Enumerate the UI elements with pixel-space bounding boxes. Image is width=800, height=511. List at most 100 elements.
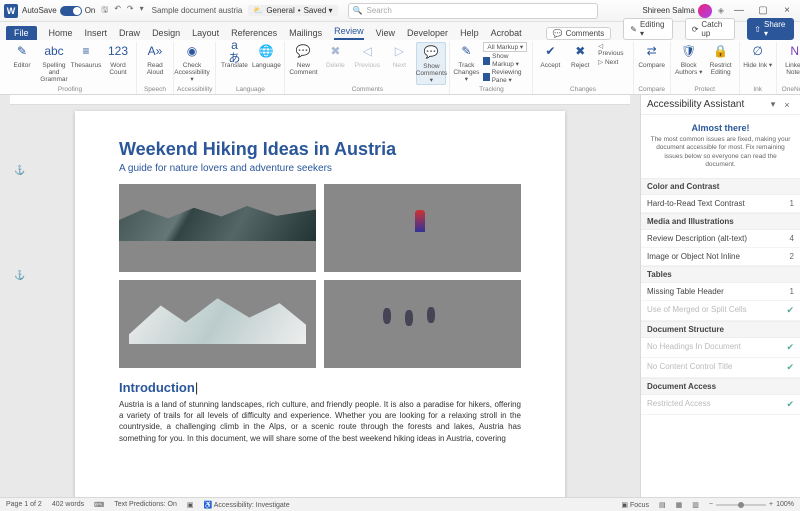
search-input[interactable]: 🔍 Search — [348, 3, 598, 19]
tab-file[interactable]: File — [6, 26, 37, 40]
onenote-button[interactable]: NLinked Notes — [780, 42, 800, 76]
comments-button[interactable]: 💬 Comments — [546, 27, 612, 40]
view-read-icon[interactable]: ▥ — [692, 501, 699, 509]
ribbon-option[interactable]: Reviewing Pane ▾ — [481, 69, 529, 84]
previous-icon: ◁ — [359, 44, 375, 60]
accessibility-status[interactable]: ♿ Accessibility: Investigate — [203, 501, 289, 509]
tab-acrobat[interactable]: Acrobat — [491, 28, 522, 40]
pane-section-header: Document Structure — [641, 322, 800, 338]
zoom-in-icon[interactable]: + — [769, 501, 773, 508]
autosave-toggle[interactable]: AutoSave On — [22, 6, 95, 16]
undo-icon[interactable]: ↶ — [114, 4, 121, 18]
tab-review[interactable]: Review — [334, 26, 364, 40]
tab-developer[interactable]: Developer — [407, 28, 448, 40]
tab-insert[interactable]: Insert — [85, 28, 108, 40]
ribbon-option[interactable]: Show Markup ▾ — [481, 53, 529, 68]
accept-button[interactable]: ✔Accept — [536, 42, 564, 69]
workspace: Weekend Hiking Ideas in Austria A guide … — [0, 95, 800, 497]
accept-icon: ✔ — [542, 44, 558, 60]
tab-layout[interactable]: Layout — [192, 28, 219, 40]
delete-button[interactable]: ✖Delete — [320, 42, 350, 69]
page-indicator[interactable]: Page 1 of 2 — [6, 501, 42, 508]
delete-icon: ✖ — [327, 44, 343, 60]
pane-dropdown-icon[interactable]: ▾ — [766, 99, 780, 110]
focus-mode-button[interactable]: ▣ Focus — [621, 501, 649, 509]
text-predictions-indicator[interactable]: Text Predictions: On — [114, 501, 177, 508]
next-button[interactable]: ▷Next — [384, 42, 414, 69]
doc-image-mountains-legs[interactable] — [119, 184, 316, 272]
macro-icon[interactable]: ▣ — [187, 501, 194, 509]
doc-image-hiker-backpack[interactable] — [324, 184, 521, 272]
word-count-indicator[interactable]: 402 words — [52, 501, 84, 508]
qat-more-icon[interactable]: ▾ — [140, 4, 144, 18]
blockauthors-button[interactable]: 🛡Block Authors ▾ — [674, 42, 704, 76]
hideink-icon: ∅ — [750, 44, 766, 60]
ribbon-option[interactable]: ▷ Next — [596, 58, 630, 66]
trackchanges-button[interactable]: ✎Track Changes ▾ — [453, 42, 479, 83]
readaloud-button[interactable]: A»Read Aloud — [140, 42, 170, 76]
pane-issue-row[interactable]: Missing Table Header1 — [641, 283, 800, 301]
pane-issue-row[interactable]: Hard-to-Read Text Contrast1 — [641, 195, 800, 213]
tab-mailings[interactable]: Mailings — [289, 28, 322, 40]
zoom-control[interactable]: − + 100% — [709, 501, 794, 508]
pane-issue-row[interactable]: Review Description (alt-text)4 — [641, 230, 800, 248]
hideink-button[interactable]: ∅Hide Ink ▾ — [743, 42, 773, 69]
thesaurus-button[interactable]: ≡Thesaurus — [71, 42, 101, 69]
showcomments-button[interactable]: 💬Show Comments ▾ — [416, 42, 446, 85]
pane-section-header: Color and Contrast — [641, 179, 800, 195]
spelling-button[interactable]: abcSpelling and Grammar — [39, 42, 69, 83]
ribbon-option[interactable]: ◁ Previous — [596, 42, 630, 57]
pane-header: Accessibility Assistant ▾ × — [641, 95, 800, 115]
previous-button[interactable]: ◁Previous — [352, 42, 382, 69]
accessibility-assistant-pane: Accessibility Assistant ▾ × Almost there… — [640, 95, 800, 497]
reject-button[interactable]: ✖Reject — [566, 42, 594, 69]
compare-icon: ⇄ — [644, 44, 660, 60]
tab-draw[interactable]: Draw — [119, 28, 140, 40]
document-name[interactable]: Sample document austria — [152, 6, 243, 15]
editor-button[interactable]: ✎Editor — [7, 42, 37, 69]
checka11y-button[interactable]: ◉Check Accessibility ▾ — [177, 42, 207, 83]
window-close-button[interactable]: × — [778, 5, 796, 16]
compare-button[interactable]: ⇄Compare — [637, 42, 667, 69]
catchup-button[interactable]: ⟳ Catch up — [685, 18, 736, 40]
wordcount-button[interactable]: 123Word Count — [103, 42, 133, 76]
tab-design[interactable]: Design — [152, 28, 180, 40]
pane-issue-row[interactable]: Image or Object Not Inline2 — [641, 248, 800, 266]
pane-close-button[interactable]: × — [780, 100, 794, 110]
zoom-out-icon[interactable]: − — [709, 501, 713, 508]
document-page[interactable]: Weekend Hiking Ideas in Austria A guide … — [75, 111, 565, 497]
language-icon[interactable]: ⌨ — [94, 501, 104, 509]
save-status[interactable]: ⛅ General•Saved ▾ — [248, 5, 337, 16]
restrict-button[interactable]: 🔒Restrict Editing — [706, 42, 736, 76]
language-icon: 🌐 — [258, 44, 274, 60]
ribbon-option[interactable]: All Markup ▾ — [481, 42, 529, 52]
window-maximize-button[interactable]: ▢ — [754, 5, 772, 16]
language-button[interactable]: 🌐Language — [251, 42, 281, 69]
translate-button[interactable]: aあTranslate — [219, 42, 249, 69]
tab-view[interactable]: View — [376, 28, 395, 40]
view-print-icon[interactable]: ▤ — [659, 501, 666, 509]
newcomment-button[interactable]: 💬New Comment — [288, 42, 318, 76]
checka11y-icon: ◉ — [184, 44, 200, 60]
doc-image-snow-peaks[interactable] — [119, 280, 316, 368]
status-bar: Page 1 of 2 402 words ⌨ Text Predictions… — [0, 497, 800, 511]
doc-heading-1: Weekend Hiking Ideas in Austria — [119, 139, 521, 160]
redo-icon[interactable]: ↷ — [127, 4, 134, 18]
horizontal-ruler[interactable] — [10, 95, 630, 105]
diamond-icon[interactable]: ◈ — [718, 6, 724, 15]
view-web-icon[interactable]: ▦ — [676, 501, 683, 509]
editing-button[interactable]: ✎ Editing ▾ — [623, 18, 672, 40]
doc-image-hikers-ridge[interactable] — [324, 280, 521, 368]
save-icon[interactable]: 🖫 — [101, 4, 108, 18]
share-button[interactable]: ⇧ Share ▾ — [747, 18, 794, 40]
zoom-slider[interactable] — [716, 504, 766, 506]
pane-issue-row: Use of Merged or Split Cells✔ — [641, 301, 800, 321]
tab-help[interactable]: Help — [460, 28, 479, 40]
pane-issue-row: Restricted Access✔ — [641, 395, 800, 415]
showcomments-icon: 💬 — [423, 45, 439, 61]
search-icon: 🔍 — [353, 6, 363, 15]
ribbon-group-label: Comments — [288, 85, 446, 94]
user-account[interactable]: Shireen Salma — [642, 4, 711, 18]
window-minimize-button[interactable]: — — [730, 5, 748, 16]
tab-home[interactable]: Home — [49, 28, 73, 40]
